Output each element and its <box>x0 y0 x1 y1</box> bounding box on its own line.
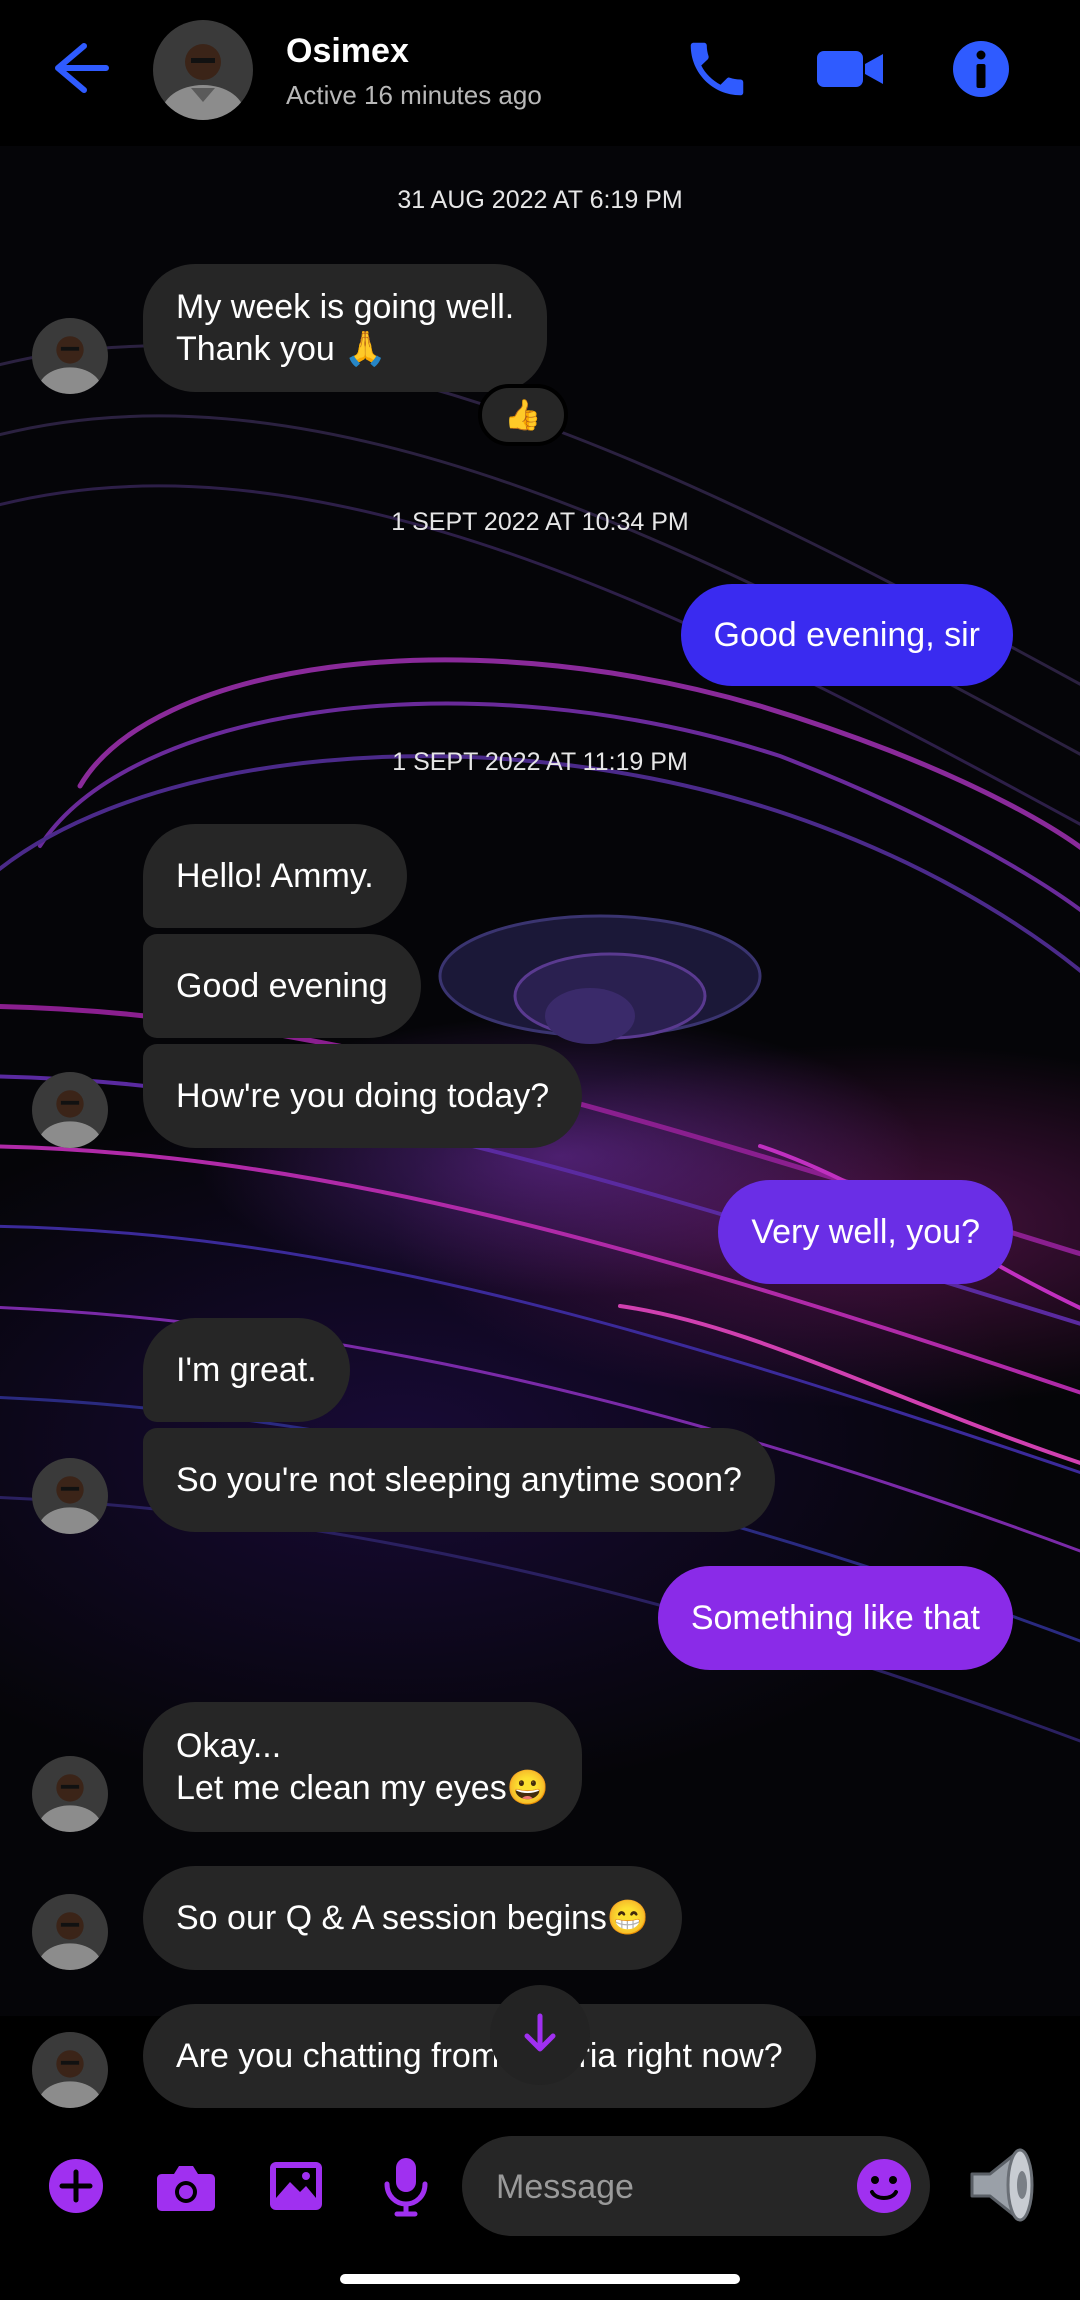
incoming-message[interactable]: Okay... Let me clean my eyes😀 <box>143 1702 583 1832</box>
active-status: Active 16 minutes ago <box>286 80 542 110</box>
avatar[interactable] <box>32 1756 108 1832</box>
contact-avatar[interactable] <box>153 20 253 120</box>
outgoing-message[interactable]: Something like that <box>657 1566 1013 1670</box>
gallery-icon[interactable] <box>260 2150 332 2222</box>
timestamp: 31 AUG 2022 AT 6:19 PM <box>397 186 683 214</box>
message-field[interactable] <box>462 2136 930 2238</box>
message-input[interactable] <box>494 2136 838 2238</box>
timestamp: 1 SEPT 2022 AT 10:34 PM <box>391 508 689 536</box>
speaker-icon[interactable] <box>962 2140 1046 2230</box>
info-icon[interactable] <box>946 34 1016 104</box>
avatar[interactable] <box>32 1072 108 1148</box>
timestamp: 1 SEPT 2022 AT 11:19 PM <box>392 748 688 776</box>
chat-header: Osimex Active 16 minutes ago <box>0 0 1080 146</box>
scroll-down-arrow-icon <box>515 2008 565 2063</box>
avatar[interactable] <box>32 1894 108 1970</box>
outgoing-message[interactable]: Very well, you? <box>718 1180 1013 1284</box>
scroll-down-button[interactable] <box>490 1985 590 2085</box>
video-camera-icon[interactable] <box>813 34 887 104</box>
avatar[interactable] <box>32 2032 108 2108</box>
incoming-message[interactable]: I'm great. <box>143 1318 350 1422</box>
camera-icon[interactable] <box>150 2150 222 2222</box>
message-line: Okay... <box>176 1727 282 1765</box>
incoming-message[interactable]: So you're not sleeping anytime soon? <box>143 1428 775 1532</box>
incoming-message[interactable]: So our Q & A session begins😁 <box>143 1866 683 1970</box>
incoming-message[interactable]: Good evening <box>143 934 421 1038</box>
message-line: My week is going well. <box>176 288 515 326</box>
reaction-badge[interactable]: 👍 <box>478 384 568 446</box>
incoming-message[interactable]: How're you doing today? <box>143 1044 583 1148</box>
contact-name[interactable]: Osimex <box>286 32 409 71</box>
back-arrow-icon[interactable] <box>40 36 114 100</box>
phone-icon[interactable] <box>682 34 752 104</box>
message-line: Thank you 🙏 <box>176 330 387 368</box>
incoming-message[interactable]: Hello! Ammy. <box>143 824 407 928</box>
incoming-message[interactable]: Are you chatting from Nigeria right now? <box>143 2004 816 2108</box>
message-line: Let me clean my eyes😀 <box>176 1769 550 1807</box>
avatar[interactable] <box>32 318 108 394</box>
outgoing-message[interactable]: Good evening, sir <box>680 584 1013 686</box>
emoji-icon[interactable] <box>850 2152 918 2220</box>
microphone-icon[interactable] <box>370 2150 442 2222</box>
plus-icon[interactable] <box>40 2150 112 2222</box>
avatar[interactable] <box>32 1458 108 1534</box>
incoming-message[interactable]: My week is going well. Thank you 🙏 <box>143 264 548 392</box>
home-indicator[interactable] <box>340 2274 740 2284</box>
